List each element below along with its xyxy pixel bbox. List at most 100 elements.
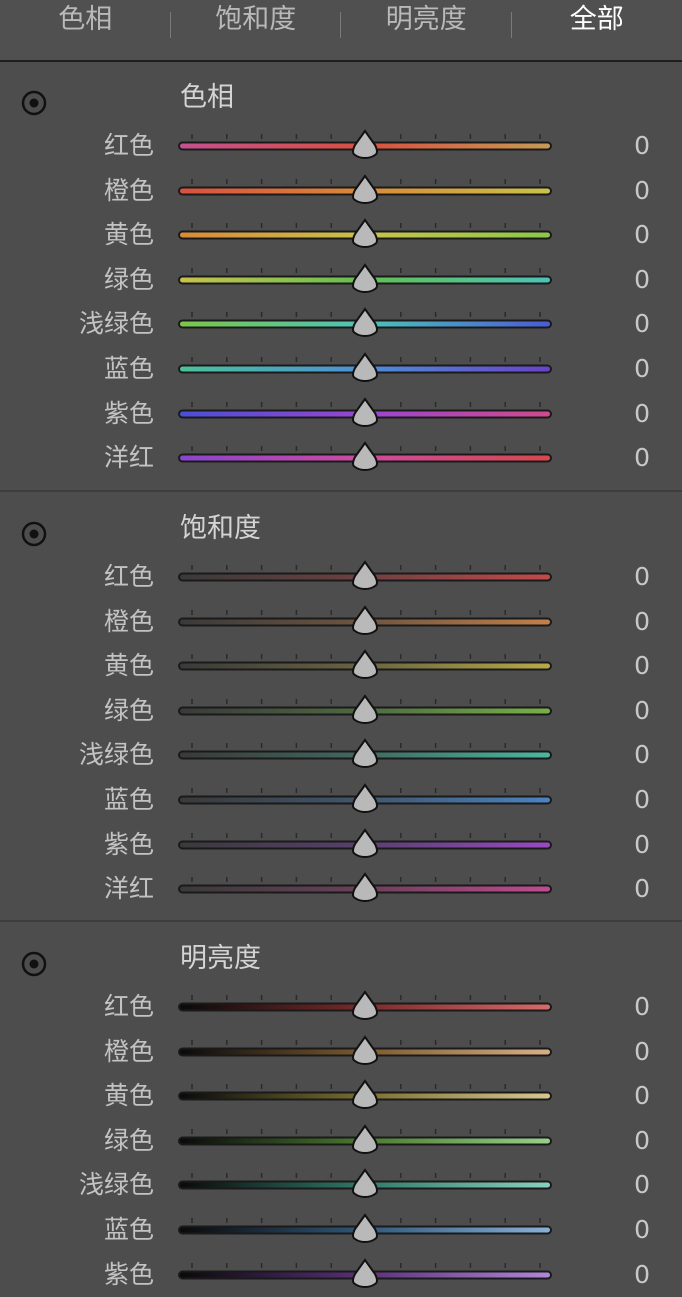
slider-label: 绿色 bbox=[104, 689, 154, 733]
slider-track[interactable] bbox=[176, 823, 556, 867]
slider-label: 绿色 bbox=[104, 1119, 154, 1163]
slider-row-hue: 紫色 0 bbox=[0, 392, 682, 436]
slider-value[interactable]: 0 bbox=[600, 436, 650, 480]
slider-thumb-icon bbox=[353, 651, 377, 678]
slider-track[interactable] bbox=[176, 1119, 556, 1163]
slider-row-saturation: 紫色 0 bbox=[0, 823, 682, 867]
slider-label: 橙色 bbox=[104, 169, 154, 213]
slider-value[interactable]: 0 bbox=[600, 347, 650, 391]
slider-value[interactable]: 0 bbox=[600, 867, 650, 911]
slider-label: 黄色 bbox=[104, 644, 154, 688]
slider-value[interactable]: 0 bbox=[600, 644, 650, 688]
slider-thumb-icon bbox=[353, 1260, 377, 1287]
slider-value[interactable]: 0 bbox=[600, 1163, 650, 1207]
slider-row-luminance: 绿色 0 bbox=[0, 1119, 682, 1163]
slider-label: 橙色 bbox=[104, 600, 154, 644]
tab-luminance[interactable]: 明亮度 bbox=[341, 0, 512, 60]
slider-row-hue: 洋红0 bbox=[0, 436, 682, 480]
tab-label: 全部 bbox=[570, 4, 624, 35]
slider-track[interactable] bbox=[176, 985, 556, 1029]
tab-bar: 色相饱和度 明亮度 全部 bbox=[0, 0, 682, 62]
slider-row-saturation: 蓝色 0 bbox=[0, 778, 682, 822]
slider-label: 紫色 bbox=[104, 823, 154, 867]
slider-label: 蓝色 bbox=[104, 1208, 154, 1252]
slider-thumb-icon bbox=[353, 1126, 377, 1153]
slider-track[interactable] bbox=[176, 1074, 556, 1118]
slider-row-hue: 橙色 0 bbox=[0, 169, 682, 213]
slider-label: 紫色 bbox=[104, 392, 154, 436]
section-title: 明亮度 bbox=[180, 943, 261, 975]
slider-row-saturation: 绿色 0 bbox=[0, 689, 682, 733]
slider-row-saturation: 黄色 0 bbox=[0, 644, 682, 688]
slider-thumb-icon bbox=[353, 1215, 377, 1242]
slider-value[interactable]: 0 bbox=[600, 985, 650, 1029]
slider-row-luminance: 黄色 0 bbox=[0, 1074, 682, 1118]
slider-track[interactable] bbox=[176, 1253, 556, 1297]
slider-row-saturation: 红色0 bbox=[0, 555, 682, 599]
target-adjustment-icon[interactable] bbox=[20, 520, 48, 548]
slider-value[interactable]: 0 bbox=[600, 733, 650, 777]
slider-thumb-icon bbox=[353, 354, 377, 381]
tab-label: 明亮度 bbox=[386, 4, 467, 35]
slider-value[interactable]: 0 bbox=[600, 1119, 650, 1163]
slider-value[interactable]: 0 bbox=[600, 823, 650, 867]
slider-value[interactable]: 0 bbox=[600, 392, 650, 436]
slider-thumb-icon bbox=[353, 740, 377, 767]
tab-hue[interactable]: 色相 bbox=[0, 0, 171, 60]
slider-label: 蓝色 bbox=[104, 778, 154, 822]
slider-track[interactable] bbox=[176, 124, 556, 168]
slider-value[interactable]: 0 bbox=[600, 600, 650, 644]
slider-value[interactable]: 0 bbox=[600, 1253, 650, 1297]
slider-track[interactable] bbox=[176, 733, 556, 777]
slider-track[interactable] bbox=[176, 392, 556, 436]
slider-value[interactable]: 0 bbox=[600, 1030, 650, 1074]
slider-row-luminance: 红色0 bbox=[0, 985, 682, 1029]
target-adjustment-icon[interactable] bbox=[20, 89, 48, 117]
slider-row-saturation: 洋红 0 bbox=[0, 867, 682, 911]
slider-value[interactable]: 0 bbox=[600, 778, 650, 822]
slider-row-hue: 绿色0 bbox=[0, 258, 682, 302]
slider-track[interactable] bbox=[176, 1163, 556, 1207]
section-title: 饱和度 bbox=[180, 513, 261, 545]
slider-track[interactable] bbox=[176, 778, 556, 822]
tab-all[interactable]: 全部 bbox=[512, 0, 682, 60]
slider-track[interactable] bbox=[176, 347, 556, 391]
slider-label: 浅绿色 bbox=[79, 302, 154, 346]
slider-label: 黄色 bbox=[104, 1074, 154, 1118]
slider-track[interactable] bbox=[176, 689, 556, 733]
slider-row-saturation: 浅绿色0 bbox=[0, 733, 682, 777]
slider-value[interactable]: 0 bbox=[600, 555, 650, 599]
slider-label: 洋红 bbox=[104, 867, 154, 911]
slider-label: 浅绿色 bbox=[79, 1163, 154, 1207]
slider-row-luminance: 橙色0 bbox=[0, 1030, 682, 1074]
slider-value[interactable]: 0 bbox=[600, 213, 650, 257]
slider-track[interactable] bbox=[176, 867, 556, 911]
target-adjustment-icon[interactable] bbox=[20, 950, 48, 978]
slider-thumb-icon bbox=[353, 220, 377, 247]
slider-thumb-icon bbox=[353, 265, 377, 292]
slider-track[interactable] bbox=[176, 213, 556, 257]
slider-value[interactable]: 0 bbox=[600, 302, 650, 346]
slider-track[interactable] bbox=[176, 436, 556, 480]
slider-track[interactable] bbox=[176, 600, 556, 644]
tab-saturation[interactable]: 饱和度 bbox=[171, 0, 342, 60]
slider-track[interactable] bbox=[176, 555, 556, 599]
slider-value[interactable]: 0 bbox=[600, 124, 650, 168]
section-divider bbox=[0, 920, 682, 922]
section-title: 色相 bbox=[180, 82, 234, 114]
slider-value[interactable]: 0 bbox=[600, 258, 650, 302]
slider-value[interactable]: 0 bbox=[600, 689, 650, 733]
slider-value[interactable]: 0 bbox=[600, 1208, 650, 1252]
slider-thumb-icon bbox=[353, 443, 377, 470]
slider-value[interactable]: 0 bbox=[600, 169, 650, 213]
slider-track[interactable] bbox=[176, 1030, 556, 1074]
slider-track[interactable] bbox=[176, 1208, 556, 1252]
slider-label: 黄色 bbox=[104, 213, 154, 257]
slider-thumb-icon bbox=[353, 874, 377, 901]
slider-track[interactable] bbox=[176, 302, 556, 346]
slider-track[interactable] bbox=[176, 169, 556, 213]
slider-row-luminance: 紫色0 bbox=[0, 1253, 682, 1297]
slider-value[interactable]: 0 bbox=[600, 1074, 650, 1118]
slider-track[interactable] bbox=[176, 258, 556, 302]
slider-track[interactable] bbox=[176, 644, 556, 688]
